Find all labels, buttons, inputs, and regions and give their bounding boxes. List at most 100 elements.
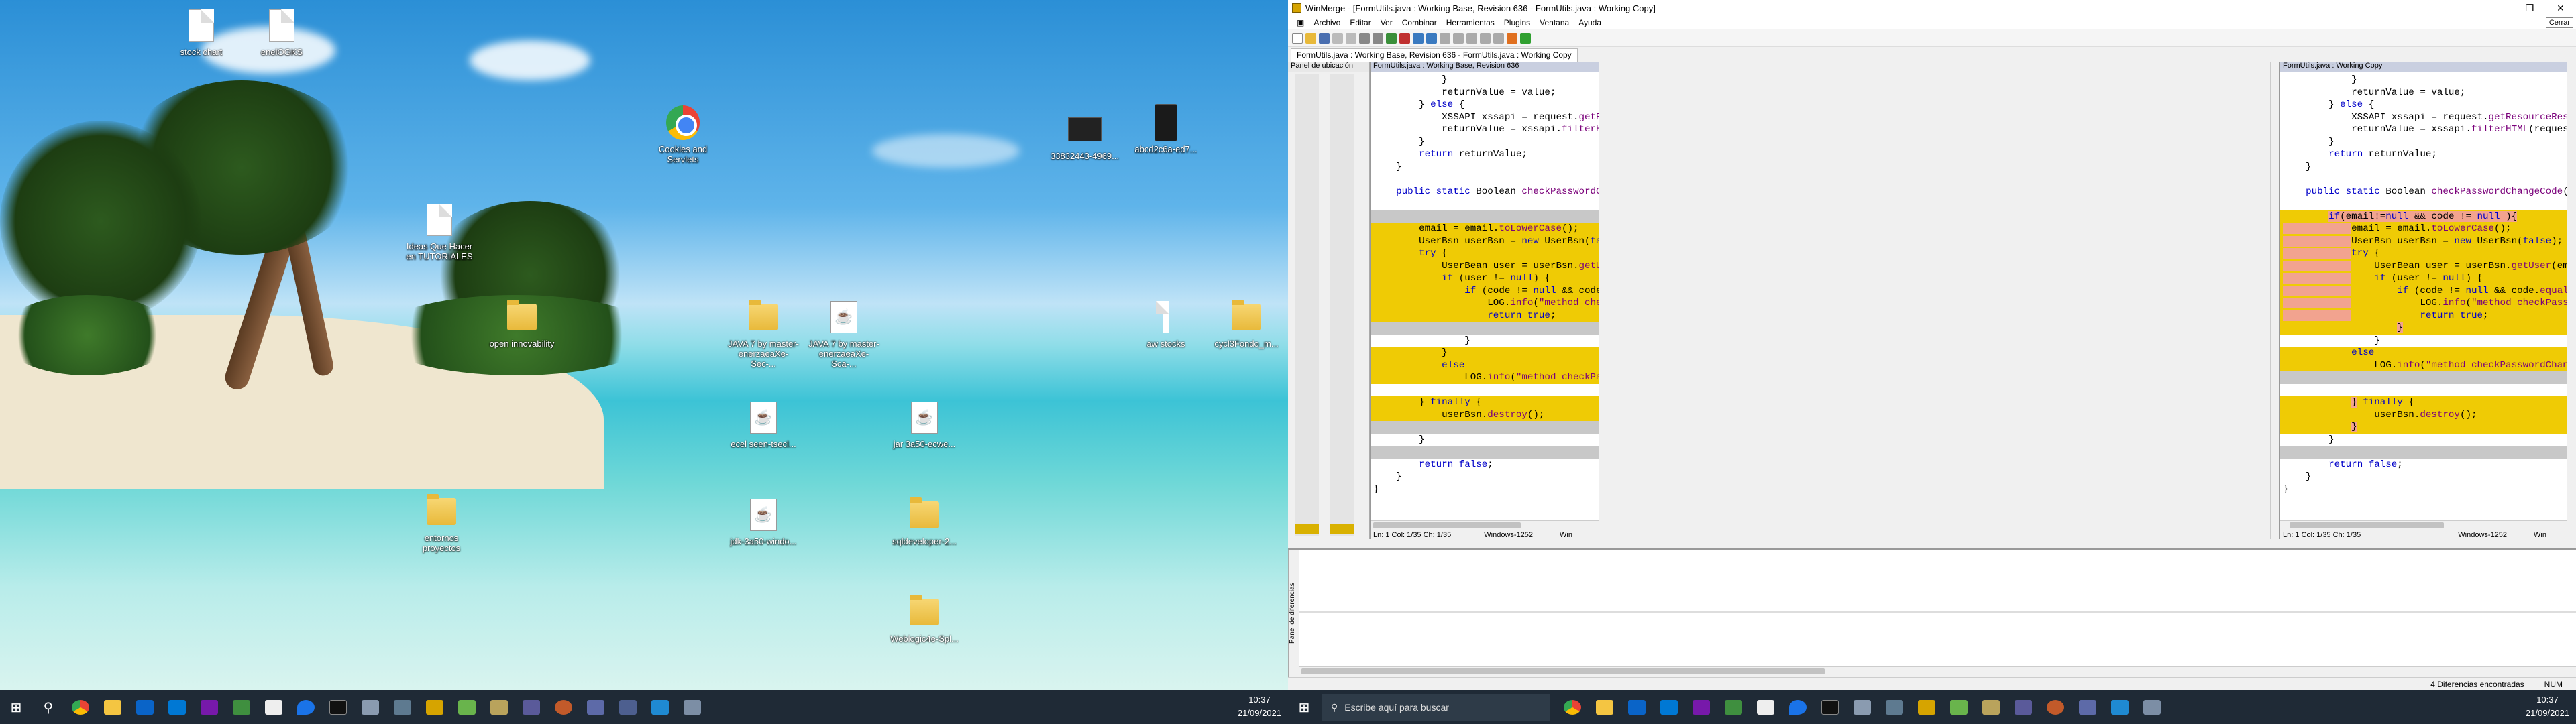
last-diff-icon[interactable] (1453, 32, 1464, 44)
diff-pane-divider[interactable] (1299, 611, 2576, 613)
code-line[interactable]: if (user != null) { (1371, 272, 1599, 285)
terminal-icon[interactable] (1750, 690, 1782, 724)
desktop-icon-folder-java-master[interactable]: JAVA 7 by master-enerzaeaXe-Sec-... (727, 298, 800, 369)
code-line[interactable]: if(email!=null && code != null ){ (2280, 210, 2567, 223)
code-line[interactable]: } (2280, 421, 2567, 434)
code-line[interactable]: } (1371, 74, 1599, 86)
search-icon[interactable]: ⚲ (32, 690, 64, 724)
app-icon-3[interactable] (1975, 690, 2007, 724)
copy-right-icon[interactable] (1399, 32, 1410, 44)
menu-ayuda[interactable]: Ayuda (1574, 18, 1606, 27)
copy-left-icon[interactable] (1386, 32, 1397, 44)
left-vscrollbar[interactable] (2270, 62, 2279, 539)
code-line[interactable]: userBsn.destroy(); (2280, 408, 2567, 421)
code-line[interactable]: } finally { (2280, 396, 2567, 409)
code-line[interactable]: LOG.info("method checkPasswordChangeCode… (1371, 297, 1599, 310)
chrome-icon[interactable] (1556, 690, 1589, 724)
onenote-icon[interactable] (1685, 690, 1717, 724)
menu-editar[interactable]: Editar (1345, 18, 1375, 27)
right-vscrollbar[interactable] (2567, 62, 2576, 539)
prev-diff-icon[interactable] (1359, 32, 1370, 44)
code-line[interactable]: userBsn.destroy(); (1371, 408, 1599, 421)
code-line[interactable] (2280, 198, 2567, 210)
app-icon-4[interactable] (515, 690, 547, 724)
code-line[interactable]: public static Boolean checkPasswordChang… (1371, 186, 1599, 198)
left-hscrollbar[interactable] (1371, 520, 1599, 530)
taskbar-clock[interactable]: 10:37 21/09/2021 (2526, 693, 2569, 720)
code-line[interactable]: } (1371, 471, 1599, 483)
app-icon-5[interactable] (547, 690, 580, 724)
app-icon-8[interactable] (676, 690, 708, 724)
current-diff-icon[interactable] (1466, 32, 1477, 44)
code-line[interactable]: LOG.info("method checkPasswordChangeCode… (2280, 359, 2567, 371)
desktop-icon-doc-aw-stocks[interactable]: aw stocks (1129, 298, 1203, 349)
taskbar-clock[interactable]: 10:37 21/09/2021 (1238, 693, 1281, 720)
code-line[interactable] (1371, 322, 1599, 335)
code-line[interactable] (2280, 446, 2567, 459)
location-strip-left[interactable] (1295, 74, 1319, 536)
code-line[interactable]: return returnValue; (2280, 148, 2567, 161)
app-icon-7[interactable] (2136, 690, 2168, 724)
code-line[interactable]: else (1371, 359, 1599, 371)
vscode-icon[interactable] (2104, 690, 2136, 724)
code-line[interactable]: } else { (1371, 99, 1599, 111)
left-code[interactable]: } returnValue = value; } else { XSSAPI x… (1371, 74, 1599, 519)
code-line[interactable] (1371, 198, 1599, 210)
code-line[interactable]: XSSAPI xssapi = request.getResourceResol… (1371, 111, 1599, 124)
winmerge-icon[interactable] (1911, 690, 1943, 724)
file-explorer-icon[interactable] (1589, 690, 1621, 724)
cmd-icon[interactable] (1814, 690, 1846, 724)
code-line[interactable] (2280, 371, 2567, 384)
maximize-button[interactable]: ❐ (2514, 0, 2545, 16)
up-icon[interactable] (1480, 32, 1491, 44)
notepad-icon[interactable] (1943, 690, 1975, 724)
right-hscrollbar[interactable] (2280, 520, 2567, 530)
new-icon[interactable] (1292, 32, 1303, 44)
code-line[interactable]: public static Boolean checkPasswordChang… (2280, 186, 2567, 198)
code-line[interactable] (1371, 446, 1599, 459)
code-line[interactable] (1371, 210, 1599, 223)
code-line[interactable]: if (user != null) { (2280, 272, 2567, 285)
code-line[interactable]: email = email.toLowerCase(); (1371, 223, 1599, 235)
scroll-thumb[interactable] (1301, 668, 1825, 674)
desktop-icon-tutoriales-doc[interactable]: Ideas Que Hacer en TUTORIALES (402, 201, 476, 261)
code-line[interactable]: } (2280, 161, 2567, 174)
desktop-icon-dark-file-2[interactable]: abcd2c6a-ed7... (1129, 104, 1203, 154)
menu-ventana[interactable]: Ventana (1535, 18, 1574, 27)
code-line[interactable]: return false; (2280, 459, 2567, 471)
mail-icon[interactable] (1653, 690, 1685, 724)
code-line[interactable]: XSSAPI xssapi = request.getResourceResol… (2280, 111, 2567, 124)
code-line[interactable]: } (2280, 74, 2567, 86)
right-code[interactable]: } returnValue = value; } else { XSSAPI x… (2280, 74, 2567, 519)
notepad-icon[interactable] (451, 690, 483, 724)
code-line[interactable]: } (2280, 335, 2567, 347)
start-icon[interactable]: ⊞ (1288, 690, 1320, 724)
cmd-icon[interactable] (322, 690, 354, 724)
code-line[interactable]: return true; (2280, 309, 2567, 322)
code-line[interactable]: UserBean user = userBsn.getUser(email); (2280, 259, 2567, 272)
code-line[interactable]: UserBsn userBsn = new UserBsn(false); (1371, 235, 1599, 247)
code-line[interactable]: try { (1371, 247, 1599, 260)
desktop-icon-folder-openinnovability[interactable]: open innovability (485, 298, 559, 349)
app-icon-6[interactable] (2072, 690, 2104, 724)
scroll-thumb[interactable] (1373, 522, 1521, 528)
code-line[interactable]: try { (2280, 247, 2567, 260)
maps-icon[interactable] (290, 690, 322, 724)
all-left-icon[interactable] (1413, 32, 1424, 44)
menu-plugins[interactable]: Plugins (1499, 18, 1535, 27)
desktop-icon-folder-weblogic[interactable]: Weblogic4e-Spl... (888, 593, 961, 644)
code-line[interactable]: returnValue = xssapi.filterHTML(request.… (2280, 123, 2567, 136)
code-line[interactable]: } (1371, 136, 1599, 149)
down-icon[interactable] (1493, 32, 1504, 44)
code-line[interactable]: } finally { (1371, 396, 1599, 409)
minimize-button[interactable]: — (2483, 0, 2514, 16)
mail-icon[interactable] (161, 690, 193, 724)
code-line[interactable]: return true; (1371, 309, 1599, 322)
maps-icon[interactable] (1782, 690, 1814, 724)
desktop-icon-java-3[interactable]: ☕ jar 3a50-ecwe... (888, 399, 961, 449)
code-line[interactable]: returnValue = value; (2280, 86, 2567, 99)
desktop-icon-folder-sqldeveloper[interactable]: sqldeveloper-2... (888, 496, 961, 546)
left-file-pane[interactable]: FormUtils.java : Working Base, Revision … (1370, 62, 1599, 539)
code-line[interactable]: else (2280, 347, 2567, 359)
app-icon-3[interactable] (483, 690, 515, 724)
